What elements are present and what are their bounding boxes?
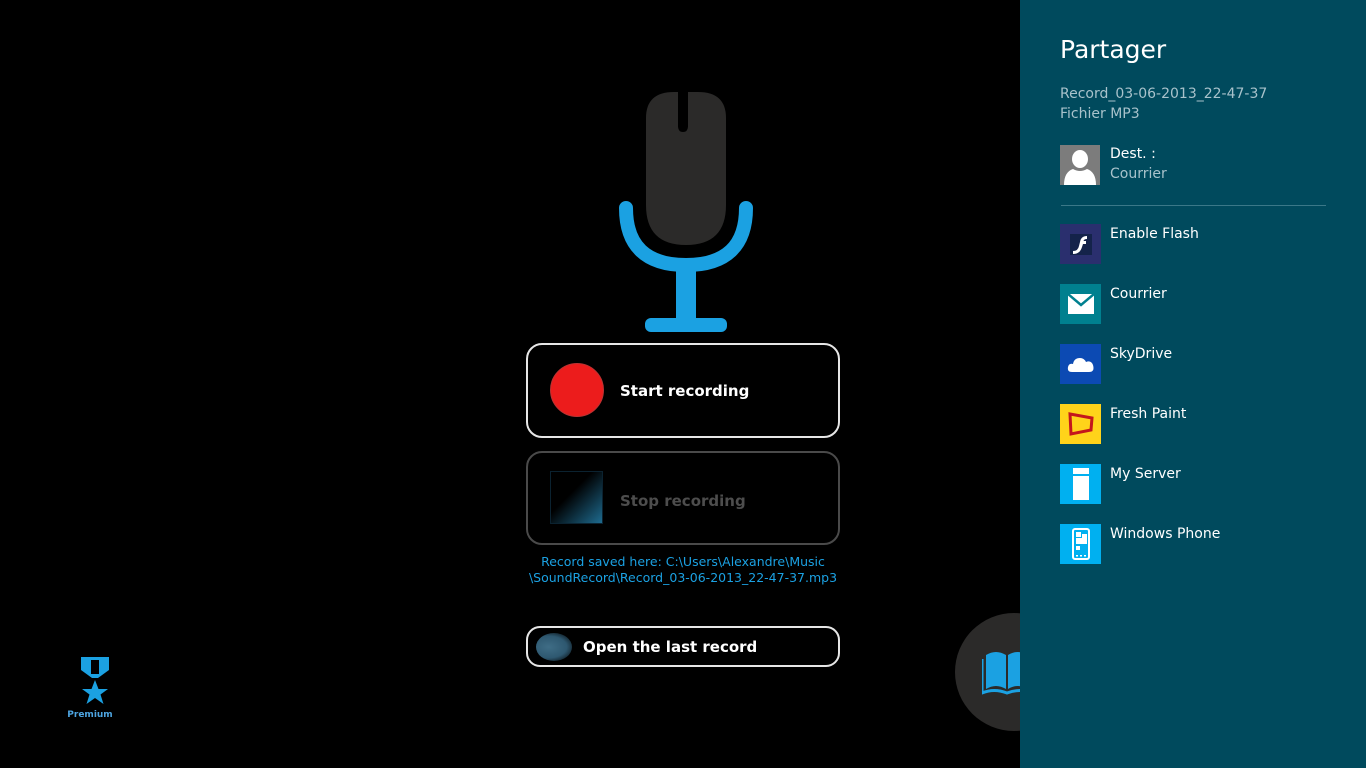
share-target-skydrive[interactable]: SkyDrive: [1060, 343, 1350, 403]
microphone-icon: [619, 90, 753, 332]
share-target-name: Fresh Paint: [1110, 406, 1187, 422]
destination-label: Dest. :: [1110, 146, 1156, 162]
start-recording-label: Start recording: [620, 382, 750, 400]
share-target-name: Windows Phone: [1110, 526, 1221, 542]
medal-icon: [81, 657, 109, 704]
share-target-windows-phone[interactable]: Windows Phone: [1060, 523, 1350, 583]
stop-recording-button[interactable]: Stop recording: [526, 451, 840, 545]
share-target-fresh-paint[interactable]: Fresh Paint: [1060, 403, 1350, 463]
share-target-enable-flash[interactable]: Enable Flash: [1060, 223, 1350, 283]
cloud-icon: [1060, 344, 1101, 384]
open-last-record-button[interactable]: Open the last record: [526, 626, 840, 667]
saved-message-line2: \SoundRecord\Record_03-06-2013_22-47-37.…: [528, 570, 838, 585]
share-target-my-server[interactable]: My Server: [1060, 463, 1350, 523]
share-target-name: SkyDrive: [1110, 346, 1173, 362]
share-target-name: My Server: [1110, 466, 1181, 482]
sound-recorder-app: Start recording Stop recording Record sa…: [0, 0, 1366, 768]
divider: [1061, 205, 1326, 206]
share-target-name: Enable Flash: [1110, 226, 1199, 242]
shared-file-name: Record_03-06-2013_22-47-37: [1060, 86, 1268, 102]
charm-title: Partager: [1060, 35, 1167, 64]
server-icon: [1060, 464, 1101, 504]
open-last-record-label: Open the last record: [583, 638, 758, 656]
start-recording-button[interactable]: Start recording: [526, 343, 840, 438]
shared-file-type: Fichier MP3: [1060, 106, 1140, 122]
premium-button[interactable]: Premium: [66, 656, 126, 720]
mail-icon: [1060, 284, 1101, 324]
premium-label: Premium: [67, 710, 113, 720]
flash-icon: [1060, 224, 1101, 264]
share-target-name: Courrier: [1110, 286, 1167, 302]
phone-icon: [1060, 524, 1101, 564]
share-targets-list: Enable Flash Courrier SkyDrive Fresh Pai…: [1060, 223, 1350, 583]
play-orb-icon: [536, 633, 572, 661]
saved-message-line1: Record saved here: C:\Users\Alexandre\Mu…: [541, 554, 825, 569]
record-dot-icon: [550, 363, 604, 417]
share-charm-panel: Partager Record_03-06-2013_22-47-37 Fich…: [1020, 0, 1366, 768]
destination-selector[interactable]: Dest. : Courrier: [1060, 145, 1340, 185]
user-avatar-icon: [1060, 145, 1100, 185]
record-saved-message: Record saved here: C:\Users\Alexandre\Mu…: [520, 554, 846, 586]
stop-square-icon: [550, 471, 603, 524]
destination-value: Courrier: [1110, 166, 1167, 182]
stop-recording-label: Stop recording: [620, 492, 746, 510]
share-target-courrier[interactable]: Courrier: [1060, 283, 1350, 343]
paint-frame-icon: [1060, 404, 1101, 444]
